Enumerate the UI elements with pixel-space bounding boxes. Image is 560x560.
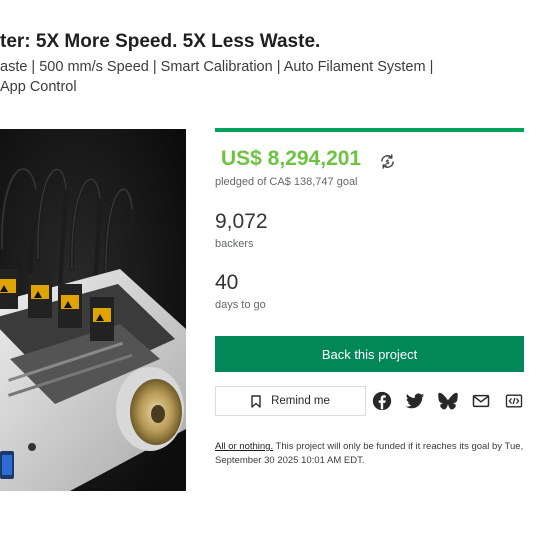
project-hero-image[interactable]: [0, 129, 186, 491]
remind-me-label: Remind me: [271, 395, 330, 407]
facebook-icon[interactable]: [372, 391, 392, 411]
embed-icon[interactable]: [504, 391, 524, 411]
twitter-icon[interactable]: [405, 391, 425, 411]
remind-me-button[interactable]: Remind me: [215, 386, 366, 416]
days-to-go-label: days to go: [215, 299, 266, 311]
funding-notice: All or nothing. This project will only b…: [215, 440, 530, 468]
backers-label: backers: [215, 238, 254, 250]
funding-goal: pledged of CA$ 138,747 goal: [215, 176, 358, 188]
backers-count: 9,072: [215, 210, 268, 233]
bookmark-icon: [251, 394, 261, 408]
printer-illustration: [0, 129, 186, 491]
project-title: ter: 5X More Speed. 5X Less Waste.: [0, 31, 321, 52]
funding-progress-bar: [215, 128, 524, 132]
currency-conversion-icon[interactable]: $: [379, 153, 396, 170]
bluesky-icon[interactable]: [438, 391, 458, 411]
days-to-go-count: 40: [215, 271, 239, 294]
all-or-nothing-link[interactable]: All or nothing.: [215, 441, 273, 452]
project-subtitle: aste | 500 mm/s Speed | Smart Calibratio…: [0, 59, 434, 95]
back-this-project-button[interactable]: Back this project: [215, 336, 524, 372]
pledged-amount: US$ 8,294,201: [221, 147, 362, 170]
email-icon[interactable]: [471, 391, 491, 411]
funding-progress-fill: [215, 128, 524, 132]
svg-text:$: $: [385, 158, 389, 166]
